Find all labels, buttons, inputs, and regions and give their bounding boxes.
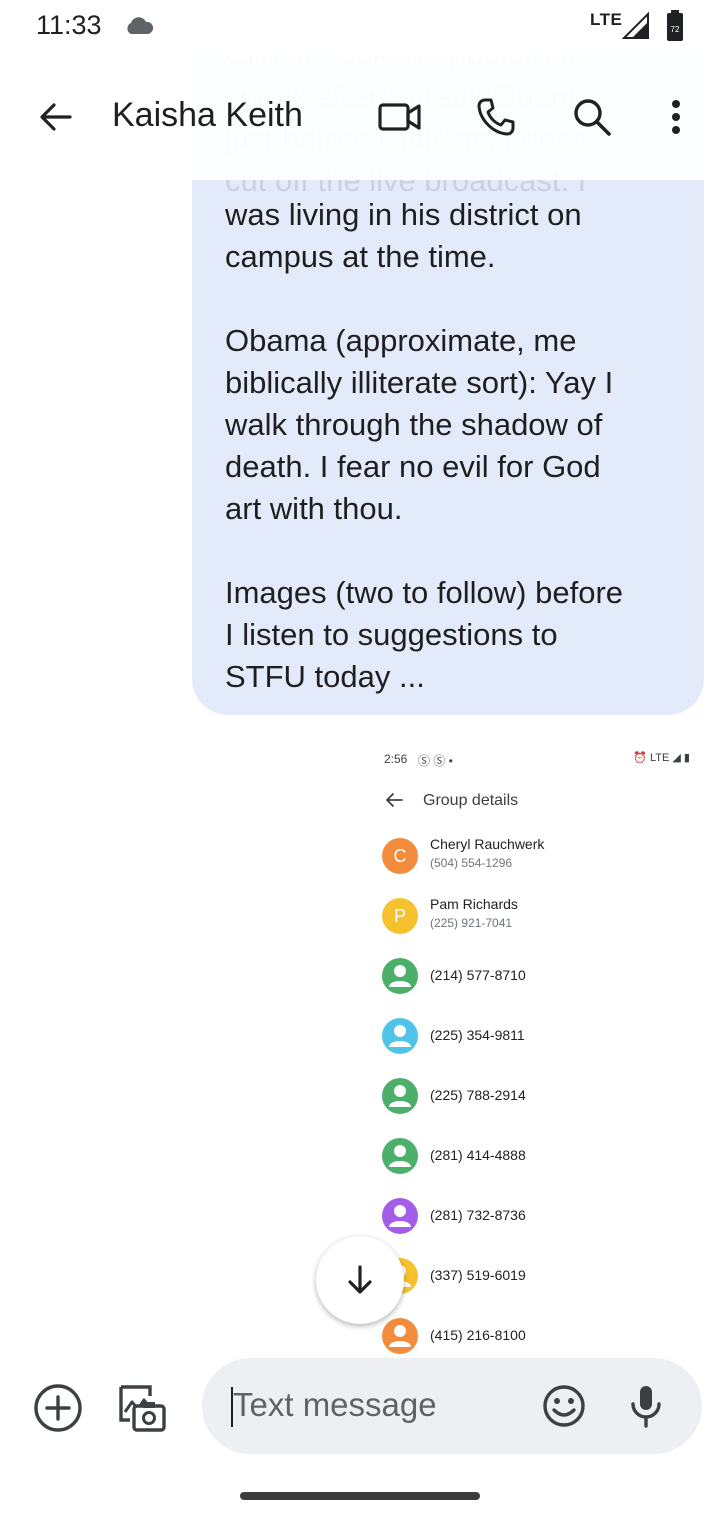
search-icon (574, 99, 611, 136)
more-vert-icon (672, 100, 680, 134)
member-phone: (415) 216-8100 (430, 1327, 526, 1343)
person-icon (382, 1078, 418, 1114)
text-message-placeholder: Text message (233, 1386, 437, 1423)
arrow-down-icon (348, 1265, 372, 1294)
phone-icon (477, 98, 515, 136)
status-time: 11:33 (36, 10, 102, 40)
emoji-button[interactable] (536, 1378, 592, 1434)
member-phone: (281) 732-8736 (430, 1207, 526, 1223)
video-camera-icon (378, 103, 421, 131)
app-bar: Kaisha Keith (0, 56, 720, 180)
add-attachment-button[interactable] (30, 1380, 86, 1436)
gesture-navigation-bar[interactable] (240, 1492, 480, 1500)
gallery-camera-icon (119, 1385, 166, 1432)
group-member-row: C Cheryl Rauchwerk (504) 554-1296 (382, 834, 702, 884)
gallery-button[interactable] (112, 1380, 172, 1436)
add-circle-icon (34, 1384, 82, 1432)
group-member-row: (415) 216-8100 (382, 1314, 702, 1358)
group-member-row: (214) 577-8710 (382, 954, 702, 1004)
battery-icon: 72 (667, 10, 683, 41)
video-call-button[interactable] (372, 89, 428, 145)
group-member-row: P Pam Richards (225) 921-7041 (382, 894, 702, 944)
status-bar: 11:33 LTE 72 (0, 0, 720, 56)
person-icon (382, 1198, 418, 1234)
battery-level: 72 (671, 25, 680, 34)
message-text: was living in his district on campus at … (225, 197, 624, 694)
member-avatar: C (382, 838, 418, 874)
search-button[interactable] (564, 89, 620, 145)
attachment-status-time: 2:56 (384, 752, 408, 766)
group-member-row: (281) 414-4888 (382, 1134, 702, 1184)
signal-icon (622, 12, 649, 39)
phone-call-button[interactable] (468, 89, 524, 145)
compose-bar: Text message (0, 1358, 720, 1520)
attachment-status-icons: Ⓢ Ⓢ • (418, 754, 453, 768)
member-name: Cheryl Rauchwerk (430, 836, 545, 852)
member-phone: (225) 354-9811 (430, 1027, 525, 1043)
member-name: Pam Richards (430, 896, 518, 912)
member-phone: (225) 788-2914 (430, 1087, 526, 1103)
member-phone: (281) 414-4888 (430, 1147, 526, 1163)
person-icon (382, 1018, 418, 1054)
group-member-row: (225) 788-2914 (382, 1074, 702, 1124)
more-options-button[interactable] (648, 89, 704, 145)
voice-input-button[interactable] (618, 1378, 674, 1434)
network-type: LTE (590, 10, 623, 29)
contact-name[interactable]: Kaisha Keith (112, 96, 303, 135)
image-attachment[interactable]: 2:56 Ⓢ Ⓢ • ⏰ LTE ◢ ▮ Group details C Cher… (368, 738, 704, 1358)
attachment-title: Group details (423, 792, 519, 809)
group-member-row: (337) 519-6019 (382, 1254, 702, 1304)
attachment-back-arrow-icon (386, 793, 403, 807)
person-icon (382, 1138, 418, 1174)
cloud-icon (127, 17, 154, 34)
member-avatar: P (382, 898, 418, 934)
member-phone: (337) 519-6019 (430, 1267, 526, 1283)
member-phone: (504) 554-1296 (430, 856, 513, 870)
group-member-row: (281) 732-8736 (382, 1194, 702, 1244)
member-phone: (225) 921-7041 (430, 916, 513, 930)
scroll-to-bottom-button[interactable] (316, 1236, 404, 1324)
person-icon (382, 1318, 418, 1354)
attachment-right-icons: ⏰ LTE ◢ ▮ (633, 752, 690, 764)
back-button[interactable] (28, 89, 84, 145)
group-member-row: (225) 354-9811 (382, 1014, 702, 1064)
back-arrow-icon (40, 103, 72, 131)
text-message-input[interactable]: Text message (202, 1358, 702, 1454)
person-icon (382, 958, 418, 994)
mic-icon (631, 1386, 661, 1428)
member-phone: (214) 577-8710 (430, 967, 526, 983)
emoji-icon (543, 1385, 585, 1427)
